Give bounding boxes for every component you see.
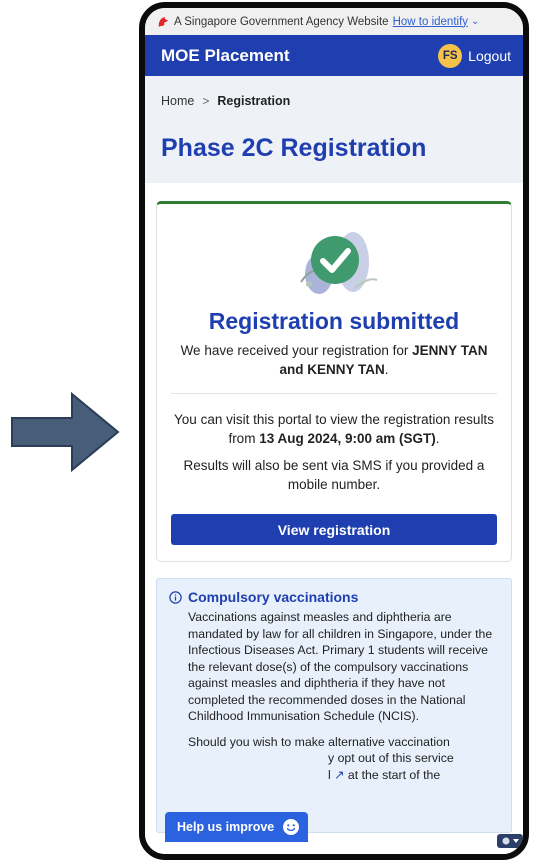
vaccination-paragraph-1: Vaccinations against measles and diphthe… bbox=[188, 610, 493, 723]
phone-screen: A Singapore Government Agency Website Ho… bbox=[145, 8, 523, 854]
gov-banner-text: A Singapore Government Agency Website bbox=[174, 15, 389, 28]
gov-banner: A Singapore Government Agency Website Ho… bbox=[145, 8, 523, 35]
registration-success-card: Registration submitted We have received … bbox=[156, 201, 512, 562]
sms-text: Results will also be sent via SMS if you… bbox=[183, 458, 485, 492]
breadcrumb: Home > Registration bbox=[161, 94, 507, 108]
phone-frame: A Singapore Government Agency Website Ho… bbox=[139, 2, 529, 860]
breadcrumb-home[interactable]: Home bbox=[161, 94, 194, 108]
received-suffix: . bbox=[384, 362, 389, 377]
vaccination-title: Compulsory vaccinations bbox=[188, 589, 359, 605]
vaccination-title-row: Compulsory vaccinations bbox=[169, 589, 499, 605]
lion-head-icon bbox=[158, 16, 168, 27]
visit-suffix: . bbox=[435, 431, 440, 446]
smiley-icon bbox=[283, 819, 300, 835]
success-check-icon bbox=[300, 232, 378, 294]
main-content: Registration submitted We have received … bbox=[145, 183, 523, 854]
help-us-improve-button[interactable]: Help us improve bbox=[165, 812, 309, 842]
vaccination-para2-line1: Should you wish to make alternative vacc… bbox=[188, 734, 450, 749]
widget-glyph-icon bbox=[502, 837, 519, 845]
page-title: Phase 2C Registration bbox=[161, 134, 427, 162]
card-divider bbox=[171, 393, 497, 394]
vaccination-paragraph-2: Should you wish to make alternative vacc… bbox=[188, 734, 454, 782]
chevron-down-icon[interactable]: ⌄ bbox=[471, 16, 479, 27]
results-date-text: You can visit this portal to view the re… bbox=[171, 410, 497, 448]
header-account: FS Logout bbox=[438, 43, 511, 68]
logout-button[interactable]: Logout bbox=[468, 48, 511, 64]
received-prefix: We have received your registration for bbox=[180, 343, 413, 358]
info-icon bbox=[169, 590, 182, 604]
title-area: Home > Registration Phase 2C Registratio… bbox=[145, 76, 523, 183]
external-link-icon[interactable]: ↗ bbox=[334, 768, 344, 782]
app-header: MOE Placement FS Logout bbox=[145, 35, 523, 76]
app-title[interactable]: MOE Placement bbox=[161, 46, 290, 66]
help-us-improve-label: Help us improve bbox=[177, 820, 275, 834]
chat-widget-icon[interactable] bbox=[497, 834, 523, 848]
vaccination-para2-line3: at the start of the bbox=[347, 767, 441, 782]
breadcrumb-separator: > bbox=[202, 94, 210, 108]
vaccination-body: Vaccinations against measles and diphthe… bbox=[188, 609, 499, 783]
visit-date: 13 Aug 2024, 9:00 am (SGT) bbox=[259, 431, 436, 446]
card-title: Registration submitted bbox=[208, 308, 460, 334]
vaccination-para2-line2: y opt out of this service bbox=[328, 751, 454, 765]
stage: A Singapore Government Agency Website Ho… bbox=[0, 0, 533, 864]
received-text: We have received your registration for J… bbox=[171, 341, 497, 379]
vaccination-info-box: Compulsory vaccinations Vaccinations aga… bbox=[156, 578, 512, 833]
breadcrumb-current: Registration bbox=[217, 94, 291, 108]
right-arrow-icon bbox=[11, 392, 120, 472]
avatar[interactable]: FS bbox=[438, 43, 463, 68]
how-to-identify-link[interactable]: How to identify bbox=[393, 16, 468, 28]
view-registration-button[interactable]: View registration bbox=[171, 514, 497, 545]
